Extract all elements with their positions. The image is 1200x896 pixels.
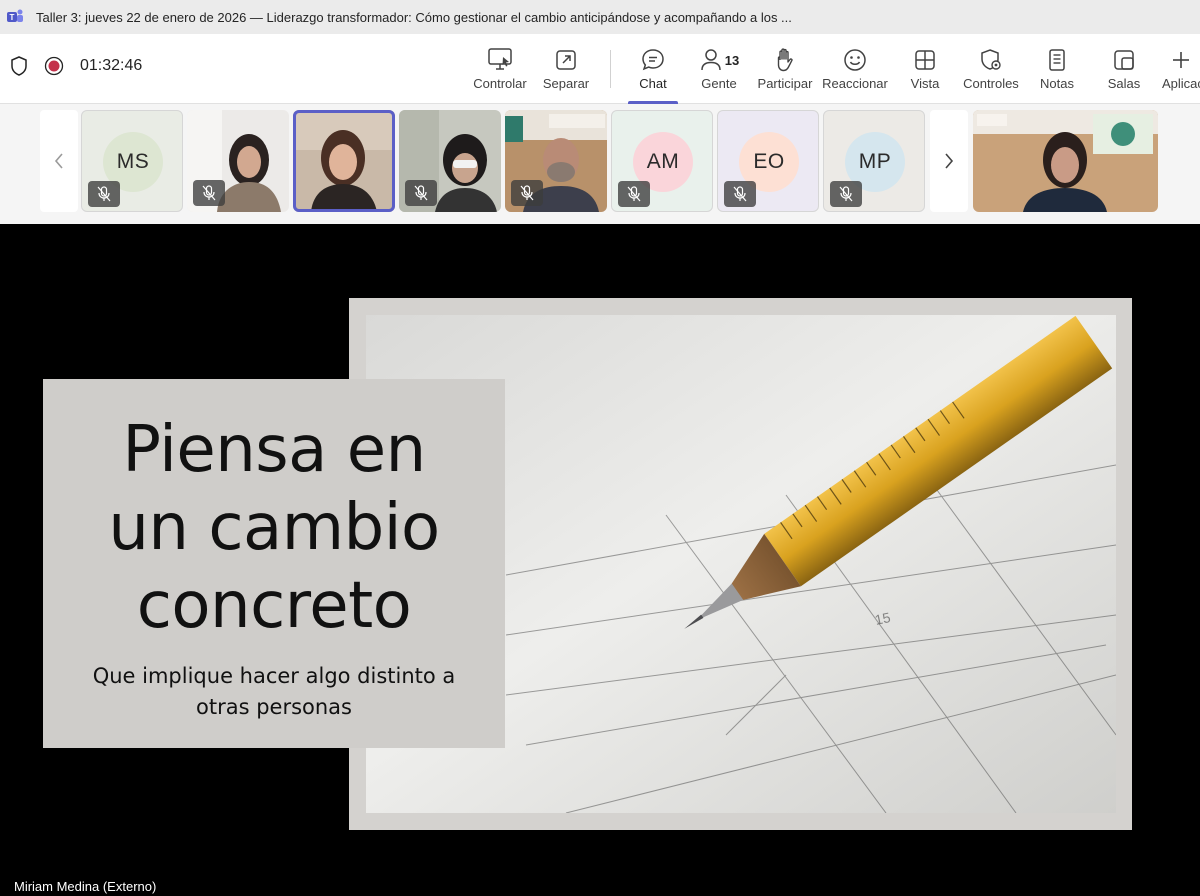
breakout-rooms-icon — [1114, 50, 1134, 70]
mic-off-icon — [839, 186, 853, 202]
presenter-name-label: Miriam Medina (Externo) — [14, 879, 157, 894]
slide-subtitle-line: Que implique hacer algo distinto a — [92, 664, 456, 688]
control-label: Controlar — [473, 76, 527, 91]
people-button[interactable]: 13 Gente — [692, 34, 746, 104]
participant-video — [293, 110, 395, 212]
mic-muted-indicator — [511, 180, 543, 206]
participant-video-tile[interactable] — [187, 110, 289, 212]
participant-video-tile[interactable] — [399, 110, 501, 212]
participant-gallery: MS AM EO MP — [0, 104, 1200, 224]
mic-off-icon — [627, 186, 641, 202]
recording-icon — [44, 56, 64, 76]
participant-tile[interactable]: AM — [611, 110, 713, 212]
notes-button[interactable]: Notas — [1034, 34, 1080, 104]
mic-muted-indicator — [830, 181, 862, 207]
slide-title: Piensa en un cambio concreto — [43, 411, 505, 645]
mic-off-icon — [97, 186, 111, 202]
teams-logo-icon: T — [7, 9, 23, 22]
rooms-button[interactable]: Salas — [1102, 34, 1146, 104]
add-apps-icon — [1173, 52, 1189, 68]
mic-muted-indicator — [88, 181, 120, 207]
smiley-icon — [844, 49, 866, 71]
mic-off-icon — [414, 185, 428, 201]
chat-button[interactable]: Chat — [626, 34, 680, 104]
shield-gear-icon — [981, 49, 1001, 70]
mic-off-icon — [520, 185, 534, 201]
slide-subtitle: Que implique hacer algo distinto a otras… — [43, 661, 505, 723]
controls-button[interactable]: Controles — [960, 34, 1022, 104]
participant-tile[interactable]: MP — [823, 110, 925, 212]
participant-video-tile-active[interactable] — [293, 110, 395, 212]
view-label: Vista — [910, 76, 940, 91]
shared-content-stage: 15 Piensa en un cambio concreto Que impl… — [0, 224, 1200, 896]
avatar-initials: MP — [858, 150, 892, 173]
slide-title-line: concreto — [136, 569, 412, 643]
chevron-right-icon — [945, 153, 954, 169]
self-view-video-tile[interactable] — [973, 110, 1158, 212]
notes-label: Notas — [1040, 76, 1074, 91]
react-label: Reaccionar — [822, 76, 888, 91]
toolbar-divider — [610, 50, 611, 88]
chat-label: Chat — [639, 76, 667, 91]
grid-view-icon — [915, 50, 935, 70]
slide-title-line: un cambio — [108, 491, 440, 565]
window-title: Taller 3: jueves 22 de enero de 2026 — L… — [36, 9, 792, 25]
react-button[interactable]: Reaccionar — [822, 34, 888, 104]
people-label: Gente — [701, 76, 737, 91]
gallery-prev-button[interactable] — [40, 110, 78, 212]
meeting-timer: 01:32:46 — [80, 57, 143, 74]
mic-off-icon — [733, 186, 747, 202]
apps-label: Aplicac — [1162, 76, 1200, 91]
mic-muted-indicator — [405, 180, 437, 206]
avatar-initials: EO — [753, 150, 785, 173]
mic-muted-indicator — [193, 180, 225, 206]
control-button[interactable]: Controlar — [470, 34, 530, 104]
slide-text-panel: Piensa en un cambio concreto Que impliqu… — [43, 379, 505, 748]
take-control-icon — [488, 48, 512, 70]
slide-subtitle-line: otras personas — [196, 695, 352, 719]
chevron-left-icon — [54, 153, 63, 169]
mic-muted-indicator — [724, 181, 756, 207]
raise-hand-icon — [777, 48, 793, 72]
title-bar: T Taller 3: jueves 22 de enero de 2026 —… — [0, 0, 1200, 34]
notes-icon — [1049, 49, 1065, 71]
raise-hand-label: Participar — [757, 76, 813, 91]
apps-button[interactable]: Aplicac — [1158, 34, 1200, 104]
pop-out-label: Separar — [542, 76, 590, 91]
view-button[interactable]: Vista — [900, 34, 950, 104]
shield-icon[interactable] — [10, 56, 28, 76]
participant-video-tile[interactable] — [505, 110, 607, 212]
slide-title-line: Piensa en — [122, 413, 426, 487]
raise-hand-button[interactable]: Participar — [756, 34, 814, 104]
participant-tile[interactable]: MS — [81, 110, 183, 212]
chat-icon — [642, 49, 664, 71]
people-count-badge: 13 — [724, 52, 740, 68]
gallery-next-button[interactable] — [930, 110, 968, 212]
participant-tile[interactable]: EO — [717, 110, 819, 212]
controls-label: Controles — [963, 76, 1019, 91]
people-icon — [701, 49, 721, 71]
mic-off-icon — [202, 185, 216, 201]
pop-out-icon — [556, 50, 576, 70]
participant-video — [973, 110, 1158, 212]
rooms-label: Salas — [1107, 76, 1141, 91]
pop-out-button[interactable]: Separar — [538, 34, 594, 104]
meeting-toolbar: 01:32:46 Controlar Separar Chat 13 Gente… — [0, 34, 1200, 104]
avatar-initials: MS — [116, 150, 150, 173]
svg-text:T: T — [10, 13, 15, 22]
mic-muted-indicator — [618, 181, 650, 207]
avatar-initials: AM — [646, 150, 680, 173]
